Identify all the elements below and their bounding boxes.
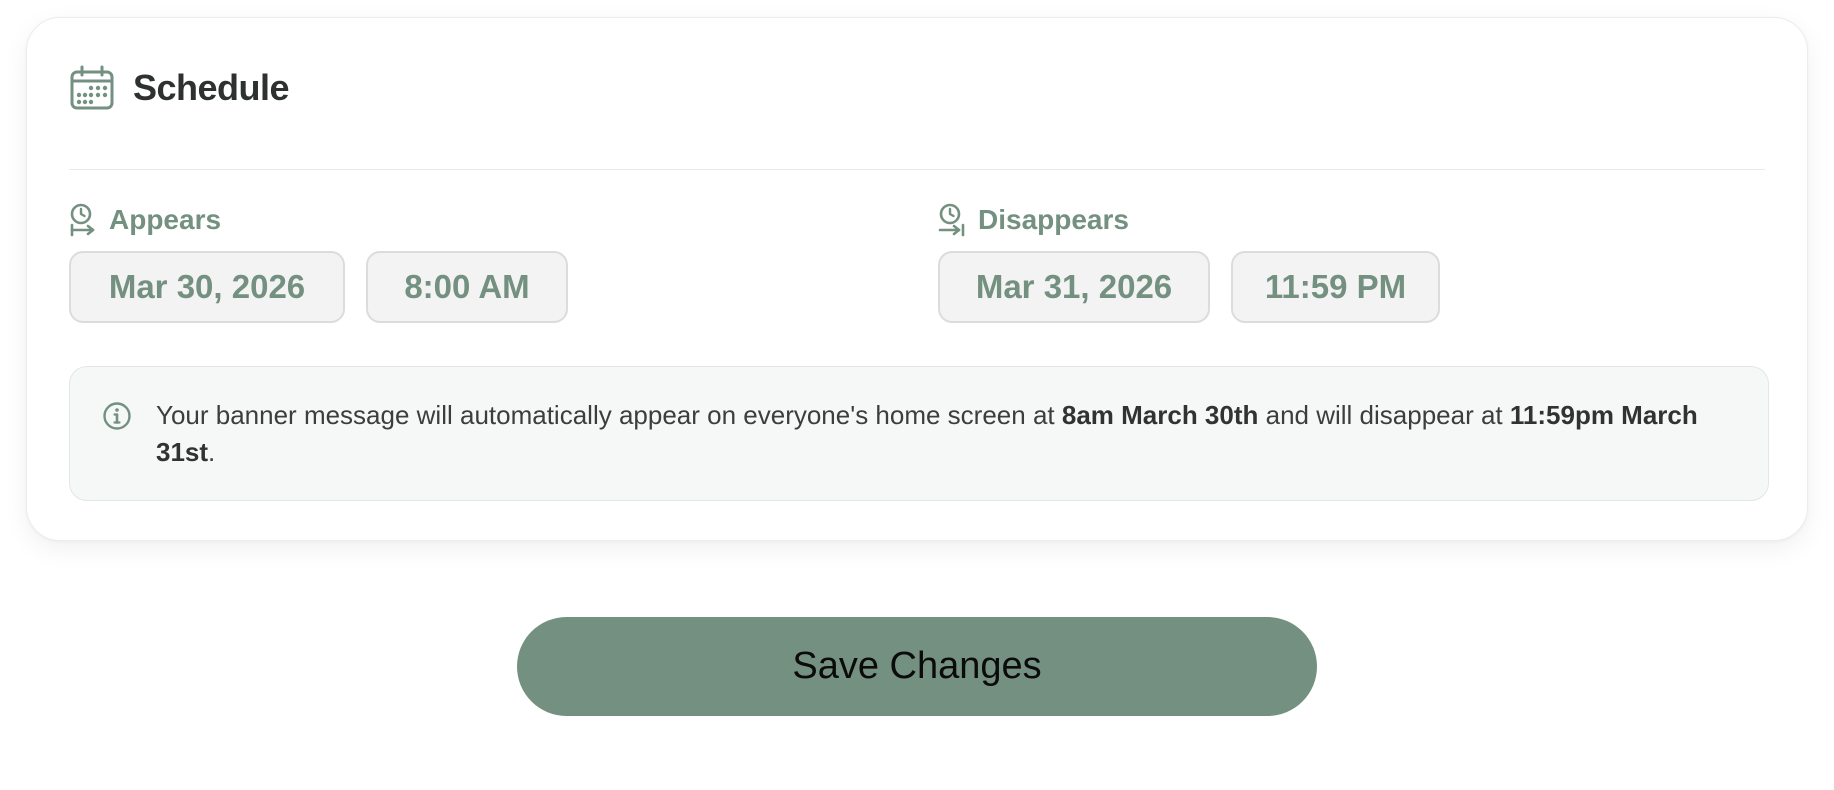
schedule-info-text: Your banner message will automatically a…: [156, 397, 1718, 471]
info-text-middle: and will disappear at: [1258, 400, 1510, 430]
disappears-inputs: Mar 31, 2026 11:59 PM: [938, 251, 1440, 323]
appears-date-picker[interactable]: Mar 30, 2026: [69, 251, 345, 323]
schedule-info-box: Your banner message will automatically a…: [69, 366, 1769, 501]
appears-time-picker[interactable]: 8:00 AM: [366, 251, 568, 323]
appears-label: Appears: [109, 204, 222, 235]
schedule-card: Schedule Appears Mar 30, 2026 8:00 AM Di…: [26, 17, 1808, 541]
schedule-header: Schedule: [69, 64, 290, 112]
disappears-time-picker[interactable]: 11:59 PM: [1231, 251, 1440, 323]
save-changes-button[interactable]: Save Changes: [517, 617, 1317, 716]
header-divider: [69, 169, 1765, 170]
disappears-label: Disappears: [978, 204, 1129, 235]
info-icon: [102, 401, 132, 431]
clock-arrow-end-icon: [938, 203, 966, 237]
disappears-group: Disappears Mar 31, 2026 11:59 PM: [938, 201, 1440, 323]
info-text-after: .: [208, 437, 216, 467]
appears-group: Appears Mar 30, 2026 8:00 AM: [69, 201, 568, 323]
appears-label-row: Appears: [69, 201, 568, 239]
calendar-icon: [69, 65, 115, 111]
clock-arrow-icon: [69, 203, 97, 237]
disappears-date-picker[interactable]: Mar 31, 2026: [938, 251, 1210, 323]
info-text-before: Your banner message will automatically a…: [156, 400, 1062, 430]
disappears-label-row: Disappears: [938, 201, 1440, 239]
info-appear-time: 8am March 30th: [1061, 400, 1259, 430]
appears-inputs: Mar 30, 2026 8:00 AM: [69, 251, 568, 323]
schedule-title: Schedule: [133, 67, 290, 108]
